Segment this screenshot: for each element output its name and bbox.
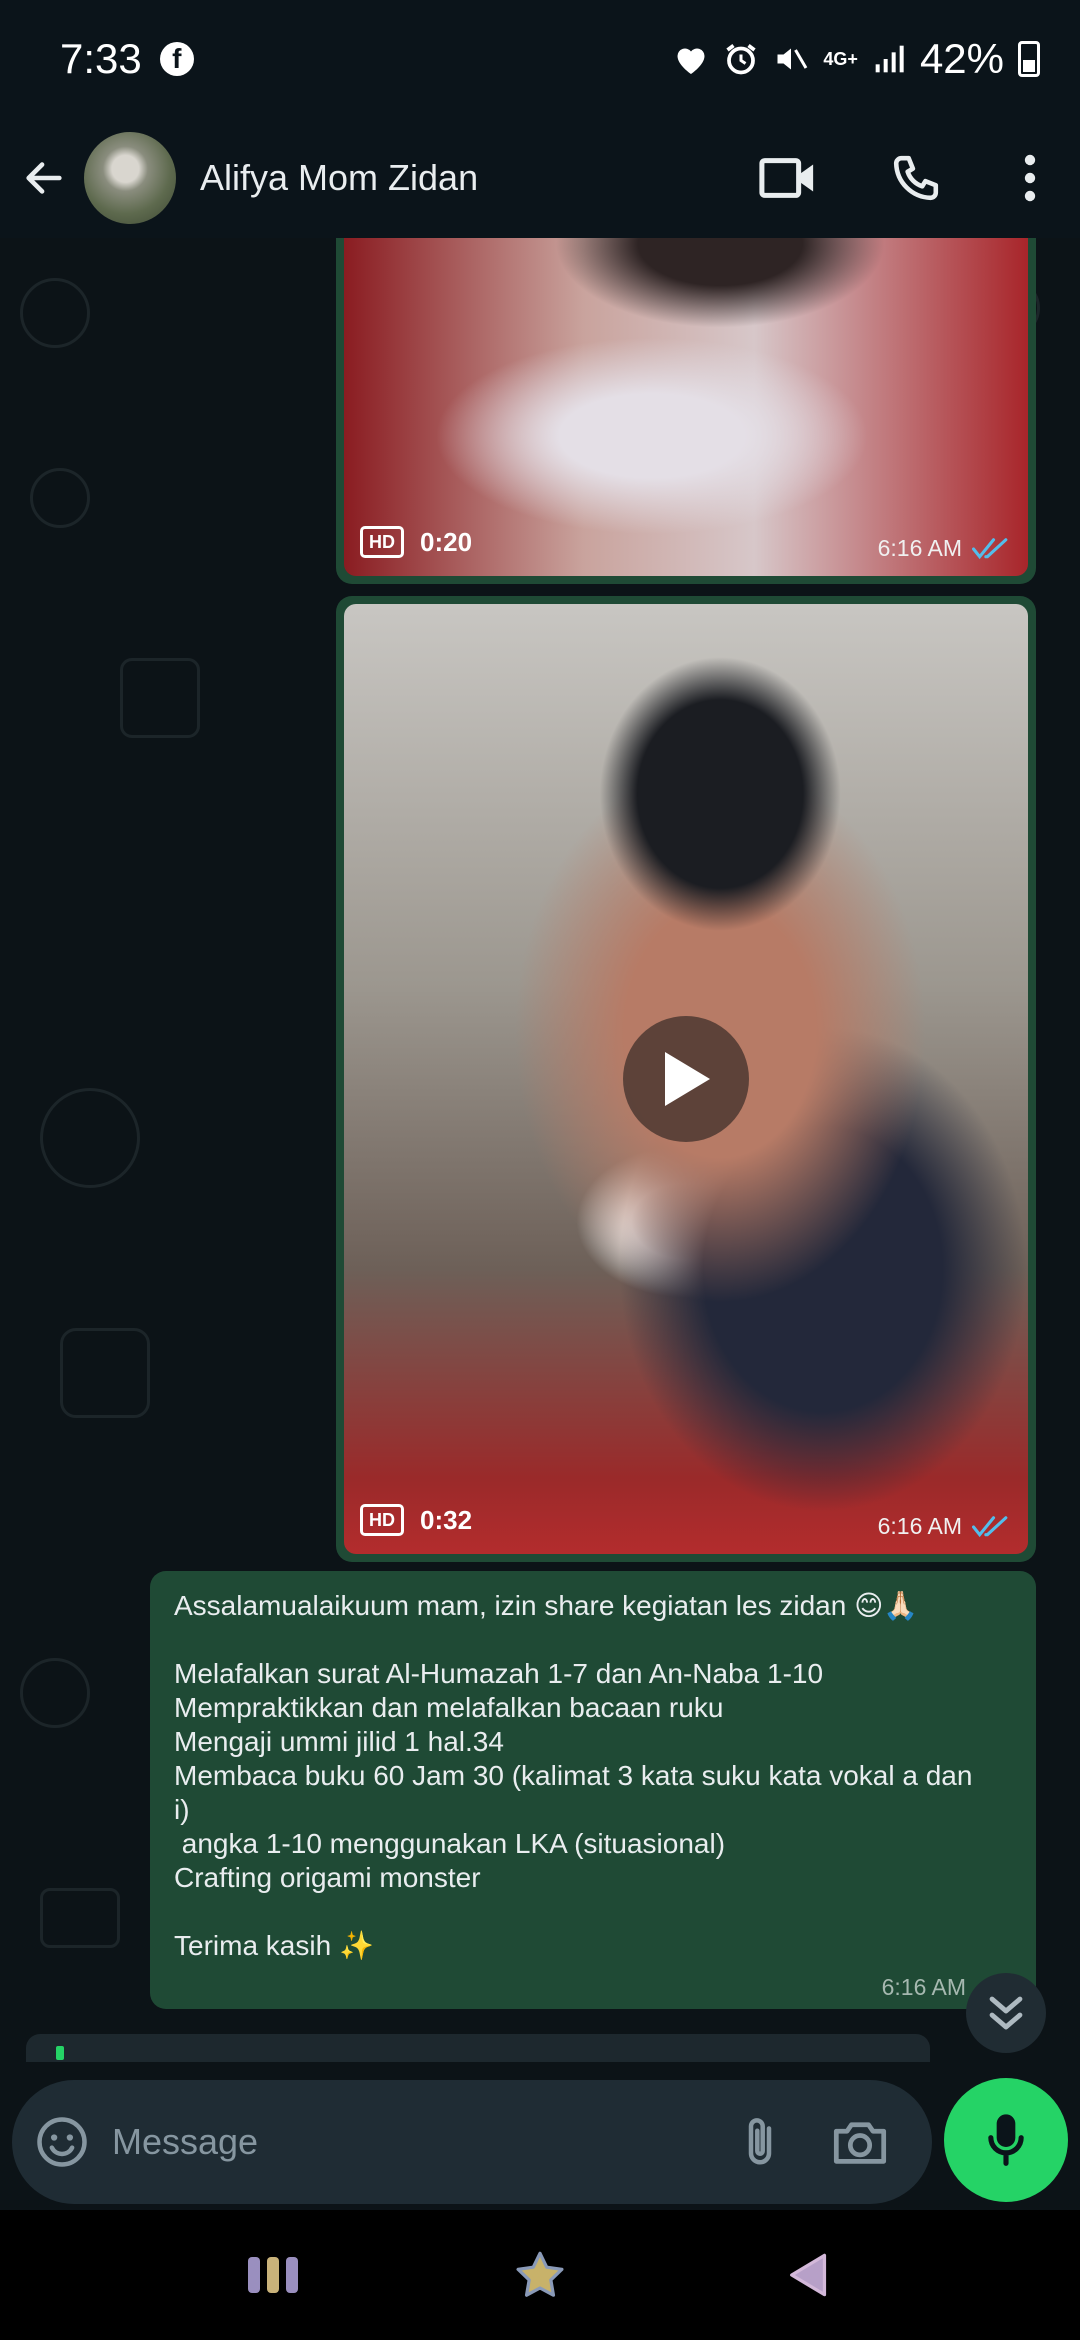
message-line-blank xyxy=(174,1895,1012,1929)
battery-icon xyxy=(1018,41,1040,77)
chat-header: Alifya Mom Zidan xyxy=(0,118,1080,238)
wallpaper-doodle xyxy=(20,1658,90,1728)
video-thumbnail[interactable]: HD 0:32 6:16 AM xyxy=(344,604,1028,1554)
play-icon xyxy=(665,1052,710,1106)
paperclip-icon xyxy=(748,2118,772,2165)
status-time: 7:33 xyxy=(60,35,142,82)
wallpaper-doodle xyxy=(40,1888,120,1948)
message-line: Melafalkan surat Al-Humazah 1-7 dan An-N… xyxy=(174,1658,824,1689)
upload-progress-track xyxy=(26,2034,930,2062)
mute-icon xyxy=(777,48,808,70)
wallpaper-doodle xyxy=(40,1088,140,1188)
contact-name[interactable]: Alifya Mom Zidan xyxy=(200,157,724,199)
signal-icon xyxy=(875,45,904,73)
message-line-blank xyxy=(174,1623,1012,1657)
emoji-button[interactable] xyxy=(12,2080,112,2204)
system-nav-bar xyxy=(0,2210,1080,2340)
heart-icon xyxy=(677,48,705,74)
more-vertical-icon xyxy=(1024,154,1036,202)
text-message[interactable]: Assalamualaikuum mam, izin share kegiata… xyxy=(150,1571,1036,2009)
video-thumbnail[interactable]: HD 0:20 6:16 AM xyxy=(344,238,1028,576)
message-meta: 6:16 AM xyxy=(878,1513,1012,1540)
wallpaper-doodle xyxy=(120,658,200,738)
network-type: 4G+ xyxy=(823,48,858,69)
message-meta: 6:16 AM xyxy=(878,535,1012,562)
play-button[interactable] xyxy=(623,1016,749,1142)
message-line: Membaca buku 60 Jam 30 (kalimat 3 kata s… xyxy=(174,1760,973,1791)
phone-icon xyxy=(893,155,939,201)
message-line: angka 1-10 menggunakan LKA (situasional) xyxy=(174,1828,726,1859)
video-duration: 0:32 xyxy=(420,1504,473,1535)
avatar[interactable] xyxy=(84,132,176,224)
message-line: Assalamualaikuum mam, izin share kegiata… xyxy=(174,1590,919,1621)
message-line: Terima kasih ✨ xyxy=(174,1930,374,1961)
read-ticks-icon xyxy=(972,1515,1008,1537)
message-line: Crafting origami monster xyxy=(174,1862,481,1893)
wallpaper-doodle xyxy=(60,1328,150,1418)
message-time: 6:16 AM xyxy=(877,535,962,561)
video-message[interactable]: HD 0:20 6:16 AM xyxy=(336,238,1036,584)
camera-icon xyxy=(833,2122,887,2164)
message-time: 6:16 AM xyxy=(881,1974,966,2000)
home-button[interactable] xyxy=(485,2220,595,2330)
battery-percent: 42% xyxy=(919,35,1004,82)
message-input[interactable] xyxy=(112,2112,710,2172)
recent-apps-icon xyxy=(248,2257,299,2293)
video-meta: HD 0:32 xyxy=(360,1504,472,1536)
message-line: Mempraktikkan dan melafalkan bacaan ruku xyxy=(174,1692,724,1723)
chevrons-down-icon xyxy=(989,1996,1023,2030)
video-message[interactable]: HD 0:32 6:16 AM xyxy=(336,596,1036,1562)
facebook-icon: f xyxy=(159,42,194,76)
header-actions xyxy=(724,118,1080,238)
upload-progress-fill xyxy=(56,2046,64,2060)
video-duration: 0:20 xyxy=(420,526,473,557)
menu-button[interactable] xyxy=(980,118,1080,238)
chat-area[interactable]: HD 0:20 6:16 AM HD 0:32 6:16 AM Assalamu… xyxy=(0,238,1080,2210)
home-star-icon xyxy=(516,2251,564,2297)
wallpaper-doodle xyxy=(20,278,90,348)
arrow-left-icon xyxy=(26,162,62,194)
read-ticks-icon xyxy=(972,537,1008,559)
message-time: 6:16 AM xyxy=(877,1513,962,1539)
wallpaper-doodle xyxy=(30,468,90,528)
emoji-icon xyxy=(37,2117,87,2167)
message-line: Mengaji ummi jilid 1 hal.34 xyxy=(174,1726,504,1757)
recent-apps-button[interactable] xyxy=(218,2220,328,2330)
status-left: 7:33 f xyxy=(60,35,194,83)
voice-message-button[interactable] xyxy=(944,2078,1068,2202)
message-line: i) xyxy=(174,1794,190,1825)
hd-badge: HD xyxy=(360,526,404,558)
message-composer xyxy=(12,2080,932,2204)
video-meta: HD 0:20 xyxy=(360,526,472,558)
back-button[interactable] xyxy=(4,118,84,238)
hd-badge: HD xyxy=(360,1504,404,1536)
video-camera-icon xyxy=(759,158,814,198)
nav-back-button[interactable] xyxy=(752,2220,862,2330)
scroll-to-bottom-button[interactable] xyxy=(966,1973,1046,2053)
alarm-icon xyxy=(726,44,757,75)
voice-call-button[interactable] xyxy=(852,118,980,238)
video-call-button[interactable] xyxy=(724,118,852,238)
attach-button[interactable] xyxy=(710,2080,810,2204)
status-right: 4G+ 42% xyxy=(673,35,1040,83)
microphone-icon xyxy=(988,2114,1024,2166)
camera-button[interactable] xyxy=(810,2080,910,2204)
nav-back-icon xyxy=(789,2253,826,2297)
status-bar: 7:33 f 4G+ 42% xyxy=(0,0,1080,118)
